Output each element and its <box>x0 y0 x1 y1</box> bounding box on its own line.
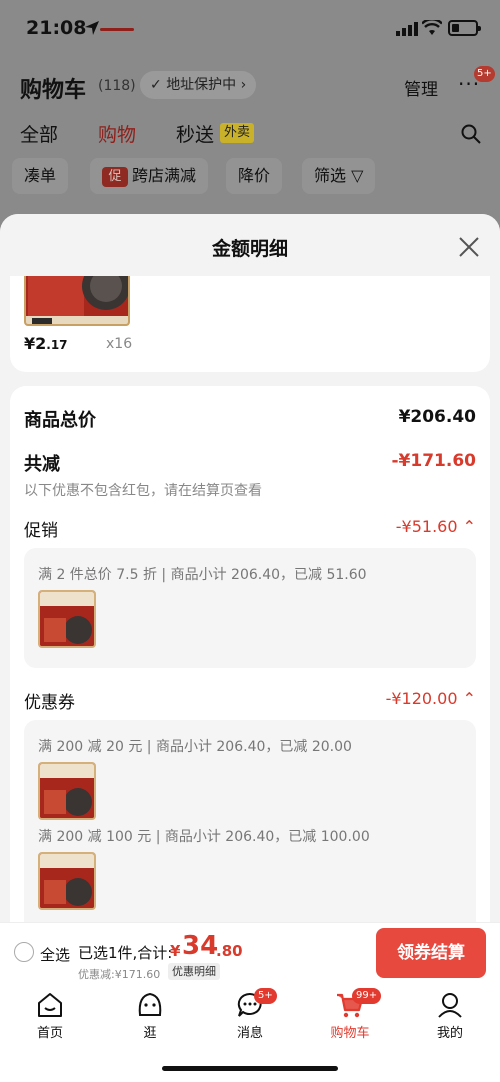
profile-icon <box>438 993 462 1018</box>
tabbar-me-label: 我的 <box>436 1026 463 1041</box>
messages-badge: 5+ <box>254 988 277 1004</box>
filter-chip-cross-store[interactable]: 促跨店满减 <box>90 158 209 194</box>
coupon-product-thumbnail-2 <box>38 852 96 910</box>
coupon-detail-box: 满 200 减 20 元 | 商品小计 206.40，已减 20.00 满 20… <box>24 720 476 946</box>
tabbar-cart-label: 购物车 <box>330 1026 370 1041</box>
coupon-rule-2: 满 200 减 100 元 | 商品小计 206.40，已减 100.00 <box>38 829 370 845</box>
check-icon: ✓ <box>150 77 167 93</box>
wifi-icon <box>422 20 442 35</box>
promo-value-toggle[interactable]: -¥51.60 ⌃ <box>396 517 476 536</box>
promo-detail-box: 满 2 件总价 7.5 折 | 商品小计 206.40，已减 51.60 <box>24 548 476 668</box>
mooncake-image-icon <box>40 764 94 818</box>
mooncake-image-icon <box>40 592 94 646</box>
browse-face-icon <box>138 992 162 1016</box>
waimai-tag: 外卖 <box>220 123 255 143</box>
address-protection-pill[interactable]: ✓ 地址保护中 › <box>140 71 257 99</box>
total-value: ¥206.40 <box>398 407 476 427</box>
tab-shopping[interactable]: 购物 <box>98 120 136 147</box>
total-currency: ¥ <box>170 942 181 960</box>
sheet-header: 金额明细 <box>0 214 500 276</box>
total-label: 商品总价 <box>24 410 96 431</box>
filter-chip-price-drop[interactable]: 降价 <box>226 158 283 194</box>
home-icon <box>38 993 62 1017</box>
unit-price-main: ¥2 <box>24 334 47 353</box>
reduce-label: 共减 <box>24 454 60 475</box>
tab-all[interactable]: 全部 <box>20 120 58 147</box>
select-all-label[interactable]: 全选 <box>40 944 70 965</box>
signal-icon <box>396 22 418 36</box>
tabbar-messages-label: 消息 <box>236 1026 263 1041</box>
discount-detail-button[interactable]: 优惠明细 <box>168 963 220 980</box>
filter-chip-filter[interactable]: 筛选 ▽ <box>302 158 376 194</box>
tab-miaosong[interactable]: 秒送 <box>176 120 214 147</box>
reduce-value: -¥171.60 <box>391 451 477 471</box>
filter-chip-label: 跨店满减 <box>132 166 197 185</box>
tab-active-indicator <box>100 28 134 31</box>
checkout-bar: 全选 已选1件,合计: ¥ 34 .80 优惠减:¥171.60 优惠明细 领券… <box>0 922 500 984</box>
tabbar-home[interactable]: 首页 <box>10 990 90 1041</box>
product-summary-card: ¥2.17 x16 <box>10 276 490 372</box>
more-badge: 5+ <box>474 66 495 82</box>
tabbar-browse-label: 逛 <box>143 1026 157 1041</box>
tabbar-me[interactable]: 我的 <box>410 990 490 1041</box>
tabbar-cart[interactable]: 购物车 99+ <box>310 988 390 1041</box>
cart-title: 购物车 <box>20 78 87 103</box>
total-decimal: .80 <box>216 942 243 960</box>
promo-badge: 促 <box>102 167 128 187</box>
promo-rule: 满 2 件总价 7.5 折 | 商品小计 206.40，已减 51.60 <box>38 567 367 583</box>
discount-amount: 优惠减:¥171.60 <box>78 968 161 981</box>
tabbar-home-label: 首页 <box>36 1026 63 1041</box>
home-indicator <box>162 1066 338 1071</box>
status-bar: 21:08 <box>0 0 500 56</box>
coupon-product-thumbnail-1 <box>38 762 96 820</box>
coupon-rule-1: 满 200 减 20 元 | 商品小计 206.40，已减 20.00 <box>38 739 352 755</box>
tabbar-browse[interactable]: 逛 <box>110 990 190 1041</box>
status-time: 21:08 <box>26 17 87 39</box>
product-thumbnail[interactable] <box>24 276 130 326</box>
cart-count: (118) <box>98 78 136 94</box>
close-icon[interactable] <box>456 234 482 260</box>
amount-breakdown-card: 商品总价 ¥206.40 共减 -¥171.60 以下优惠不包含红包，请在结算页… <box>10 386 490 946</box>
checkout-button[interactable]: 领券结算 <box>376 928 486 978</box>
battery-icon <box>448 20 481 36</box>
unit-price: ¥2.17 <box>24 334 68 353</box>
filter-chip-coudan[interactable]: 凑单 <box>12 158 69 194</box>
address-label: 地址保护中 › <box>166 77 247 93</box>
mooncake-image-icon <box>26 276 128 324</box>
location-arrow-icon <box>85 21 99 35</box>
selected-count-text: 已选1件,合计: <box>78 944 173 962</box>
quantity: x16 <box>106 336 133 352</box>
total-integer: 34 <box>182 931 219 961</box>
select-all-radio[interactable] <box>14 942 34 962</box>
manage-button[interactable]: 管理 <box>404 75 438 100</box>
unit-price-decimal: .17 <box>46 338 68 352</box>
coupon-value-toggle[interactable]: -¥120.00 ⌃ <box>386 689 476 708</box>
sheet-title: 金额明细 <box>211 238 288 260</box>
search-icon[interactable] <box>461 124 481 144</box>
coupon-label: 优惠券 <box>24 693 75 713</box>
discount-note: 以下优惠不包含红包，请在结算页查看 <box>24 483 262 499</box>
promo-product-thumbnail <box>38 590 96 648</box>
cart-badge: 99+ <box>352 988 382 1004</box>
mooncake-image-icon <box>40 854 94 908</box>
promo-label: 促销 <box>24 521 58 541</box>
tabbar-messages[interactable]: 消息 5+ <box>210 988 290 1041</box>
